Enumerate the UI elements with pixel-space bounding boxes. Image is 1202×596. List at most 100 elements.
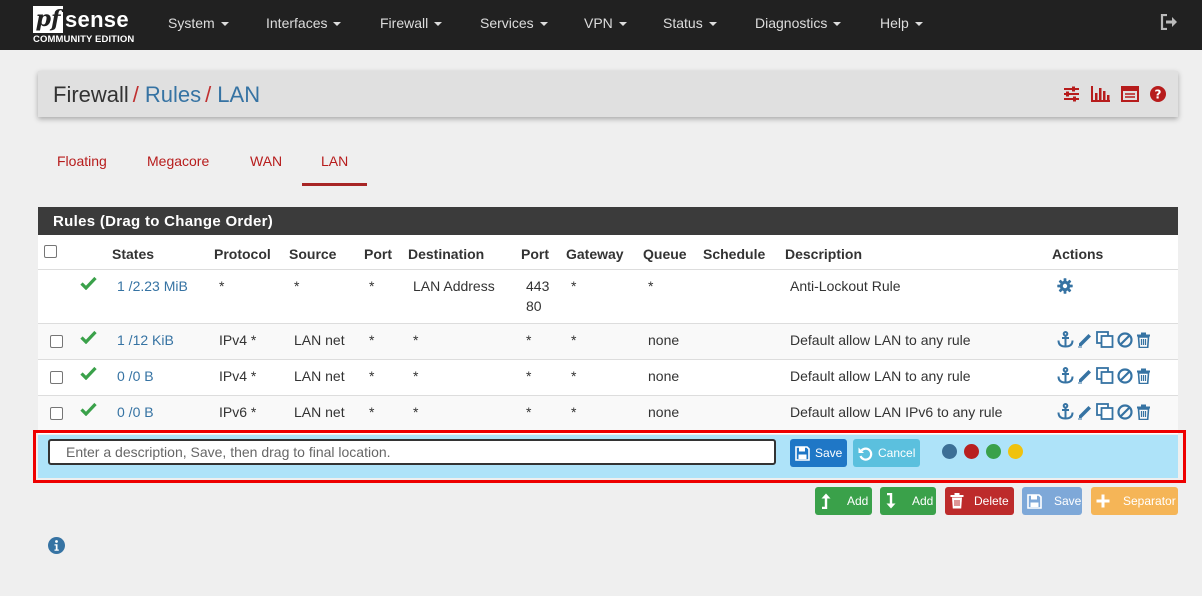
anchor-icon[interactable]	[1057, 367, 1074, 384]
source-cell: *	[294, 278, 300, 294]
pfsense-logo[interactable]: pf sense COMMUNITY EDITION	[33, 5, 143, 47]
breadcrumb-rules-link[interactable]: Rules	[145, 82, 201, 107]
nav-status[interactable]: Status	[663, 0, 717, 50]
dest-port-cell: *	[526, 404, 532, 420]
tab-lan[interactable]: LAN	[321, 153, 348, 169]
states-link[interactable]: 1 /2.23 MiB	[117, 276, 188, 296]
nav-services[interactable]: Services	[480, 0, 548, 50]
col-queue: Queue	[643, 246, 687, 262]
add-separator-button[interactable]: Separator	[1091, 487, 1178, 515]
caret-down-icon	[539, 22, 548, 27]
row-actions	[1057, 367, 1151, 384]
select-all-checkbox[interactable]	[44, 245, 57, 258]
source-cell: LAN net	[294, 332, 345, 348]
tab-wan[interactable]: WAN	[250, 153, 282, 169]
nav-status-label: Status	[663, 15, 703, 31]
gateway-cell: *	[571, 404, 577, 420]
ban-icon[interactable]	[1117, 367, 1133, 384]
caret-down-icon	[333, 22, 342, 27]
active-tab-indicator	[302, 183, 367, 186]
nav-system-label: System	[168, 15, 215, 31]
tab-floating[interactable]: Floating	[57, 153, 107, 169]
protocol-cell: IPv4 *	[219, 368, 257, 384]
tab-megacore[interactable]: Megacore	[147, 153, 209, 169]
check-icon	[80, 276, 97, 290]
list-table-icon[interactable]	[1121, 86, 1139, 102]
row-checkbox[interactable]	[50, 371, 63, 384]
add-rule-bottom-button[interactable]: Add	[880, 487, 936, 515]
sign-out-icon[interactable]	[1160, 14, 1178, 30]
nav-system[interactable]: System	[168, 0, 229, 50]
nav-vpn[interactable]: VPN	[584, 0, 627, 50]
description-cell: Anti-Lockout Rule	[790, 278, 901, 294]
anchor-icon[interactable]	[1057, 331, 1074, 348]
port-cell: *	[369, 368, 375, 384]
port-cell: *	[369, 278, 375, 294]
ban-icon[interactable]	[1117, 403, 1133, 420]
states-link[interactable]: 0 /0 B	[117, 366, 154, 386]
breadcrumb-panel: Firewall / Rules / LAN ?	[38, 71, 1178, 117]
svg-text:?: ?	[1155, 88, 1162, 102]
add-rule-top-button[interactable]: Add	[815, 487, 872, 515]
row-checkbox[interactable]	[50, 335, 63, 348]
description-cell: Default allow LAN to any rule	[790, 368, 971, 384]
row-checkbox[interactable]	[50, 407, 63, 420]
nav-interfaces[interactable]: Interfaces	[266, 0, 342, 50]
breadcrumb-separator: /	[205, 82, 212, 107]
destination-cell: LAN Address	[413, 278, 495, 294]
table-row[interactable]	[38, 270, 1178, 323]
protocol-cell: IPv6 *	[219, 404, 257, 420]
protocol-cell: IPv4 *	[219, 332, 257, 348]
col-port: Port	[364, 246, 392, 262]
description-cell: Default allow LAN IPv6 to any rule	[790, 404, 1003, 420]
caret-down-icon	[434, 22, 443, 27]
queue-cell: none	[648, 332, 680, 348]
add-separator-label: Separator	[1123, 494, 1176, 508]
ban-icon[interactable]	[1117, 331, 1133, 348]
question-circle-icon[interactable]: ?	[1150, 86, 1166, 102]
pencil-icon[interactable]	[1077, 368, 1093, 384]
col-states: States	[112, 246, 155, 262]
nav-services-label: Services	[480, 15, 534, 31]
nav-help[interactable]: Help	[880, 0, 923, 50]
info-circle-icon[interactable]	[48, 537, 65, 554]
gear-icon[interactable]	[1057, 278, 1073, 294]
delete-button[interactable]: Delete	[945, 487, 1014, 515]
dest-port-cell: *	[526, 332, 532, 348]
nav-diagnostics[interactable]: Diagnostics	[755, 0, 842, 50]
pencil-icon[interactable]	[1077, 404, 1093, 420]
gateway-cell: *	[571, 278, 577, 294]
table-row[interactable]	[38, 360, 1178, 395]
anchor-icon[interactable]	[1057, 403, 1074, 420]
col-protocol: Protocol	[214, 246, 271, 262]
pencil-icon[interactable]	[1077, 332, 1093, 348]
caret-down-icon	[833, 22, 842, 27]
copy-icon[interactable]	[1096, 403, 1114, 420]
floppy-icon	[1027, 493, 1042, 509]
table-row[interactable]	[38, 396, 1178, 430]
breadcrumb-separator: /	[132, 82, 139, 107]
table-row[interactable]	[38, 324, 1178, 359]
logo-sense: sense	[65, 7, 129, 32]
states-link[interactable]: 1 /12 KiB	[117, 330, 174, 350]
col-actions: Actions	[1052, 246, 1104, 262]
gateway-cell: *	[571, 332, 577, 348]
row-actions	[1057, 331, 1151, 348]
trash-icon[interactable]	[1136, 404, 1151, 420]
destination-cell: *	[413, 368, 419, 384]
breadcrumb-lan-link[interactable]: LAN	[217, 82, 260, 107]
nav-firewall[interactable]: Firewall	[380, 0, 443, 50]
check-icon	[80, 366, 97, 380]
add-top-label: Add	[847, 494, 869, 508]
states-link[interactable]: 0 /0 B	[117, 402, 154, 422]
bar-chart-icon[interactable]	[1091, 86, 1110, 102]
trash-icon[interactable]	[1136, 368, 1151, 384]
col-description: Description	[785, 246, 863, 262]
sliders-icon[interactable]	[1063, 86, 1080, 102]
copy-icon[interactable]	[1096, 331, 1114, 348]
save-order-button[interactable]: Save	[1022, 487, 1082, 515]
nav-interfaces-label: Interfaces	[266, 15, 328, 31]
plus-icon	[1096, 494, 1110, 508]
copy-icon[interactable]	[1096, 367, 1114, 384]
trash-icon[interactable]	[1136, 332, 1151, 348]
